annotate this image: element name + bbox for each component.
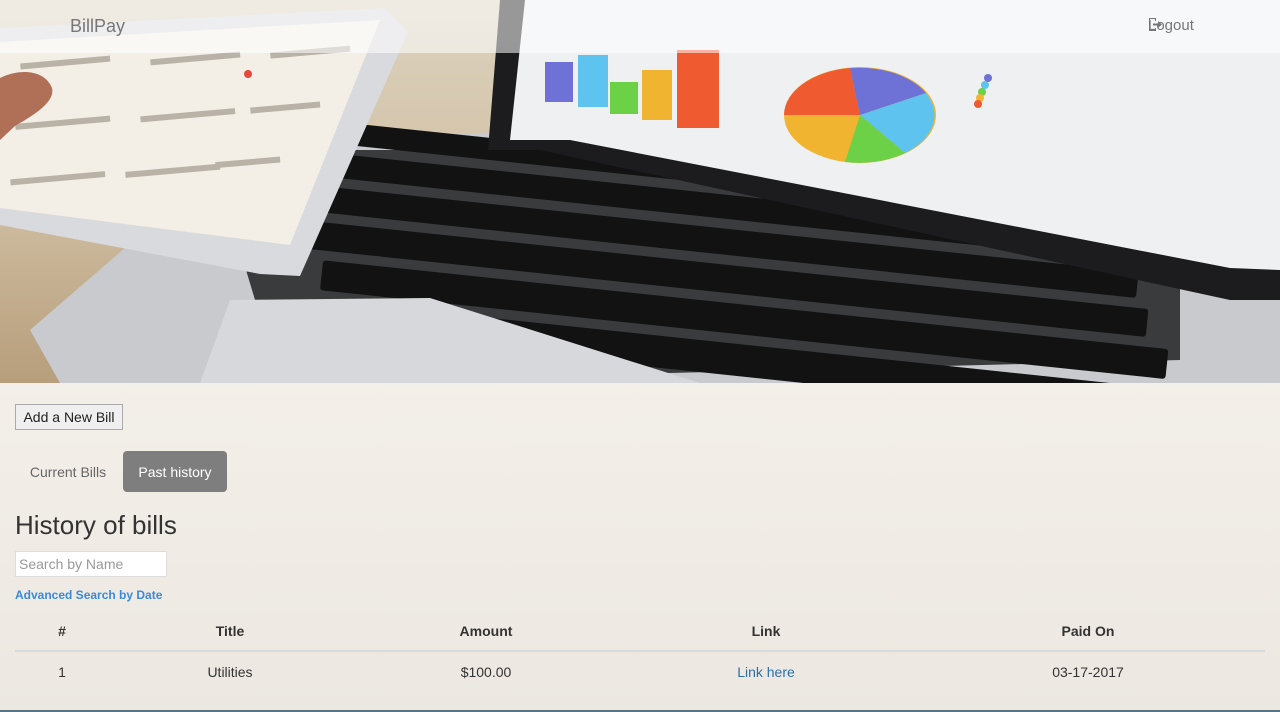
sign-out-icon bbox=[1149, 18, 1162, 31]
table-row: 1 Utilities $100.00 Link here 03-17-2017 bbox=[15, 652, 1265, 690]
logout-link[interactable]: Logout bbox=[1148, 17, 1194, 34]
search-input[interactable] bbox=[15, 551, 167, 577]
hero-banner: BillPay Logout bbox=[0, 0, 1280, 383]
advanced-search-link[interactable]: Advanced Search by Date bbox=[15, 588, 162, 602]
tab-past-history[interactable]: Past history bbox=[123, 451, 227, 492]
page-title: History of bills bbox=[15, 510, 177, 540]
row-link[interactable]: Link here bbox=[737, 653, 795, 691]
row-amount: $100.00 bbox=[460, 664, 512, 680]
hero-photo bbox=[0, 0, 1280, 383]
row-paid-on: 03-17-2017 bbox=[1052, 664, 1124, 680]
bills-history-table: # Title Amount Link Paid On 1 Utilities … bbox=[15, 612, 1265, 690]
navbar: BillPay Logout bbox=[0, 0, 1280, 53]
column-header-paid-on: Paid On bbox=[1061, 623, 1115, 639]
row-number: 1 bbox=[58, 664, 66, 680]
brand-link[interactable]: BillPay bbox=[70, 16, 125, 37]
column-header-amount: Amount bbox=[459, 623, 513, 639]
add-new-bill-button[interactable]: Add a New Bill bbox=[15, 404, 123, 430]
column-header-number: # bbox=[58, 623, 66, 639]
column-header-link: Link bbox=[751, 623, 781, 639]
table-header: # Title Amount Link Paid On bbox=[15, 612, 1265, 652]
tab-current-bills[interactable]: Current Bills bbox=[15, 451, 121, 492]
column-header-title: Title bbox=[215, 623, 245, 639]
row-title: Utilities bbox=[207, 664, 253, 680]
